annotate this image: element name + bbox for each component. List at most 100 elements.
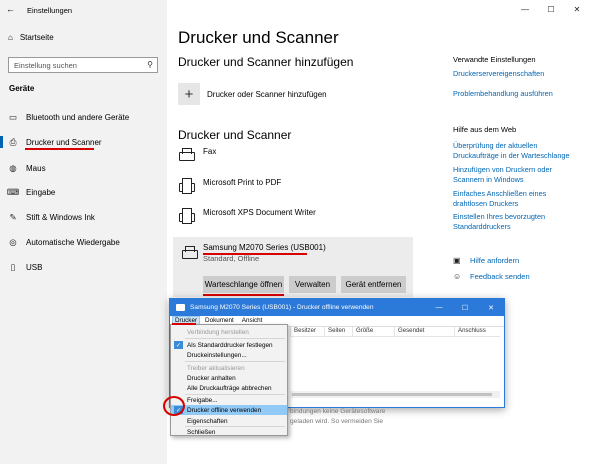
maximize-button[interactable]: ☐ (538, 0, 564, 18)
menu-item-label: Verbindung herstellen (187, 328, 249, 336)
menu-item-close[interactable]: Schließen (171, 427, 287, 437)
feedback-icon: ☺ (453, 272, 462, 281)
sidebar-item-label: Bluetooth und andere Geräte (26, 112, 130, 122)
window-controls: — ☐ ✕ (512, 0, 590, 18)
sidebar-item-usb[interactable]: ▯ USB (0, 257, 167, 277)
link-help-default[interactable]: Einstellen Ihres bevorzugten Standarddru… (453, 212, 553, 232)
list-heading: Drucker und Scanner (178, 128, 292, 142)
printer-icon (181, 245, 198, 261)
printer-document-icon (178, 178, 195, 194)
column-header[interactable]: Größe (352, 327, 394, 336)
link-help-queue[interactable]: Überprüfung der aktuellen Druckaufträge … (453, 141, 573, 161)
printer-name: Microsoft XPS Document Writer (203, 207, 316, 217)
menu-item-label: Drucker offline verwenden (187, 406, 262, 414)
sidebar-item-label: Startseite (19, 33, 54, 42)
checkmark-icon: ✓ (174, 341, 183, 349)
menu-item-label: Eigenschaften (187, 417, 228, 425)
dialog-close-button[interactable]: ✕ (478, 299, 504, 316)
link-help-add-printer[interactable]: Hinzufügen von Druckern oder Scannern in… (453, 165, 563, 185)
menu-item-use-offline[interactable]: ✓ Drucker offline verwenden (171, 405, 287, 415)
sidebar-item-input[interactable]: ⌨ Eingabe (0, 182, 167, 202)
printer-name: Fax (203, 146, 217, 156)
column-header[interactable]: Seiten (324, 327, 352, 336)
dialog-minimize-button[interactable]: — (426, 299, 452, 316)
menu-item-connect[interactable]: Verbindung herstellen (171, 327, 287, 337)
annotation-underline (25, 148, 94, 150)
window-title: Einstellungen (27, 6, 73, 15)
printer-icon (178, 147, 195, 163)
close-button[interactable]: ✕ (564, 0, 590, 18)
menu-item-properties[interactable]: Eigenschaften (171, 416, 287, 426)
link-printserver-properties[interactable]: Druckerservereigenschaften (453, 69, 583, 79)
manage-button[interactable]: Verwalten (289, 276, 336, 293)
search-icon[interactable]: ⚲ (147, 60, 153, 69)
sidebar-item-label: USB (26, 262, 43, 272)
menu-item-sharing[interactable]: Freigabe... (171, 395, 287, 405)
menu-item-label: Druckeinstellungen... (187, 351, 247, 359)
selected-printer-name: Samsung M2070 Series (USB001) (203, 243, 326, 252)
link-help-wireless[interactable]: Einfaches Anschließen eines drahtlosen D… (453, 189, 553, 209)
menu-separator (185, 361, 285, 362)
get-help-link[interactable]: ▣ Hilfe anfordern (453, 256, 519, 265)
sidebar-item-label: Eingabe (26, 187, 56, 197)
menu-item-update-driver[interactable]: Treiber aktualisieren (171, 363, 287, 373)
printer-icon: ⎙ (9, 136, 17, 147)
minimize-button[interactable]: — (512, 0, 538, 18)
feedback-link[interactable]: ☺ Feedback senden (453, 272, 530, 281)
usb-icon: ▯ (10, 261, 16, 272)
background-text: geladen wird. So vermeiden Sie (290, 418, 384, 425)
link-troubleshoot[interactable]: Problembehandlung ausführen (453, 89, 583, 99)
drucker-context-menu: Verbindung herstellen ✓ Als Standarddruc… (170, 324, 288, 436)
mouse-icon: ◍ (9, 162, 17, 173)
column-header[interactable]: Besitzer (290, 327, 324, 336)
background-text: bindungen keine Gerätesoftware (290, 408, 386, 415)
queue-column-headers: Besitzer Seiten Größe Gesendet Anschluss (290, 327, 500, 337)
printer-name: Microsoft Print to PDF (203, 177, 282, 187)
remove-device-button[interactable]: Gerät entfernen (341, 276, 406, 293)
menu-item-label: Treiber aktualisieren (187, 364, 245, 372)
add-printer-button[interactable]: + Drucker oder Scanner hinzufügen (178, 83, 327, 105)
dialog-titlebar: Samsung M2070 Series (USB001) - Drucker … (170, 299, 504, 316)
open-queue-button[interactable]: Warteschlange öffnen (203, 276, 284, 293)
menu-item-pause[interactable]: Drucker anhalten (171, 373, 287, 383)
sidebar-item-label: Automatische Wiedergabe (26, 237, 120, 247)
dialog-title: Samsung M2070 Series (USB001) - Drucker … (190, 304, 374, 311)
annotation-underline (172, 323, 196, 325)
menu-item-cancel-all[interactable]: Alle Druckaufträge abbrechen (171, 383, 287, 393)
section-heading: Geräte (9, 84, 35, 93)
home-icon: ⌂ (8, 33, 13, 42)
sidebar-item-autoplay[interactable]: ◎ Automatische Wiedergabe (0, 232, 167, 252)
menu-item-label: Schließen (187, 428, 216, 436)
sidebar-item-label: Drucker und Scanner (26, 137, 102, 147)
printer-item-fax[interactable]: Fax (178, 147, 216, 163)
annotation-underline (203, 294, 284, 296)
related-settings-heading: Verwandte Einstellungen (453, 55, 536, 64)
selected-printer-status: Standard, Offline (203, 254, 260, 263)
sidebar-item-label: Maus (26, 163, 46, 173)
annotation-circle (163, 396, 185, 416)
sidebar-item-bluetooth[interactable]: ▭ Bluetooth und andere Geräte (0, 107, 167, 127)
plus-icon: + (178, 83, 200, 105)
sidebar-item-label: Stift & Windows Ink (26, 212, 95, 222)
menu-item-preferences[interactable]: Druckeinstellungen... (171, 350, 287, 360)
search-input[interactable]: Einstellung suchen ⚲ (8, 57, 158, 73)
get-help-label: Hilfe anfordern (470, 256, 520, 265)
menu-separator (185, 338, 285, 339)
keyboard-icon: ⌨ (6, 186, 20, 197)
menu-item-label: Alle Druckaufträge abbrechen (187, 384, 272, 392)
column-header[interactable]: Gesendet (394, 327, 454, 336)
sidebar-item-mouse[interactable]: ◍ Maus (0, 158, 167, 178)
autoplay-icon: ◎ (9, 236, 17, 247)
printer-item-xps[interactable]: Microsoft XPS Document Writer (178, 208, 316, 224)
horizontal-scrollbar[interactable] (290, 391, 500, 398)
pen-icon: ✎ (9, 211, 17, 222)
dialog-maximize-button[interactable]: ☐ (452, 299, 478, 316)
sidebar-item-pen[interactable]: ✎ Stift & Windows Ink (0, 207, 167, 227)
printer-item-pdf[interactable]: Microsoft Print to PDF (178, 178, 281, 194)
bluetooth-icon: ▭ (8, 111, 18, 122)
sidebar-item-home[interactable]: ⌂ Startseite (8, 33, 54, 42)
menu-item-set-default[interactable]: ✓ Als Standarddrucker festlegen (171, 340, 287, 350)
back-arrow-icon[interactable]: ← (6, 4, 15, 14)
column-header[interactable]: Anschluss (454, 327, 494, 336)
menu-item-label: Drucker anhalten (187, 374, 236, 382)
